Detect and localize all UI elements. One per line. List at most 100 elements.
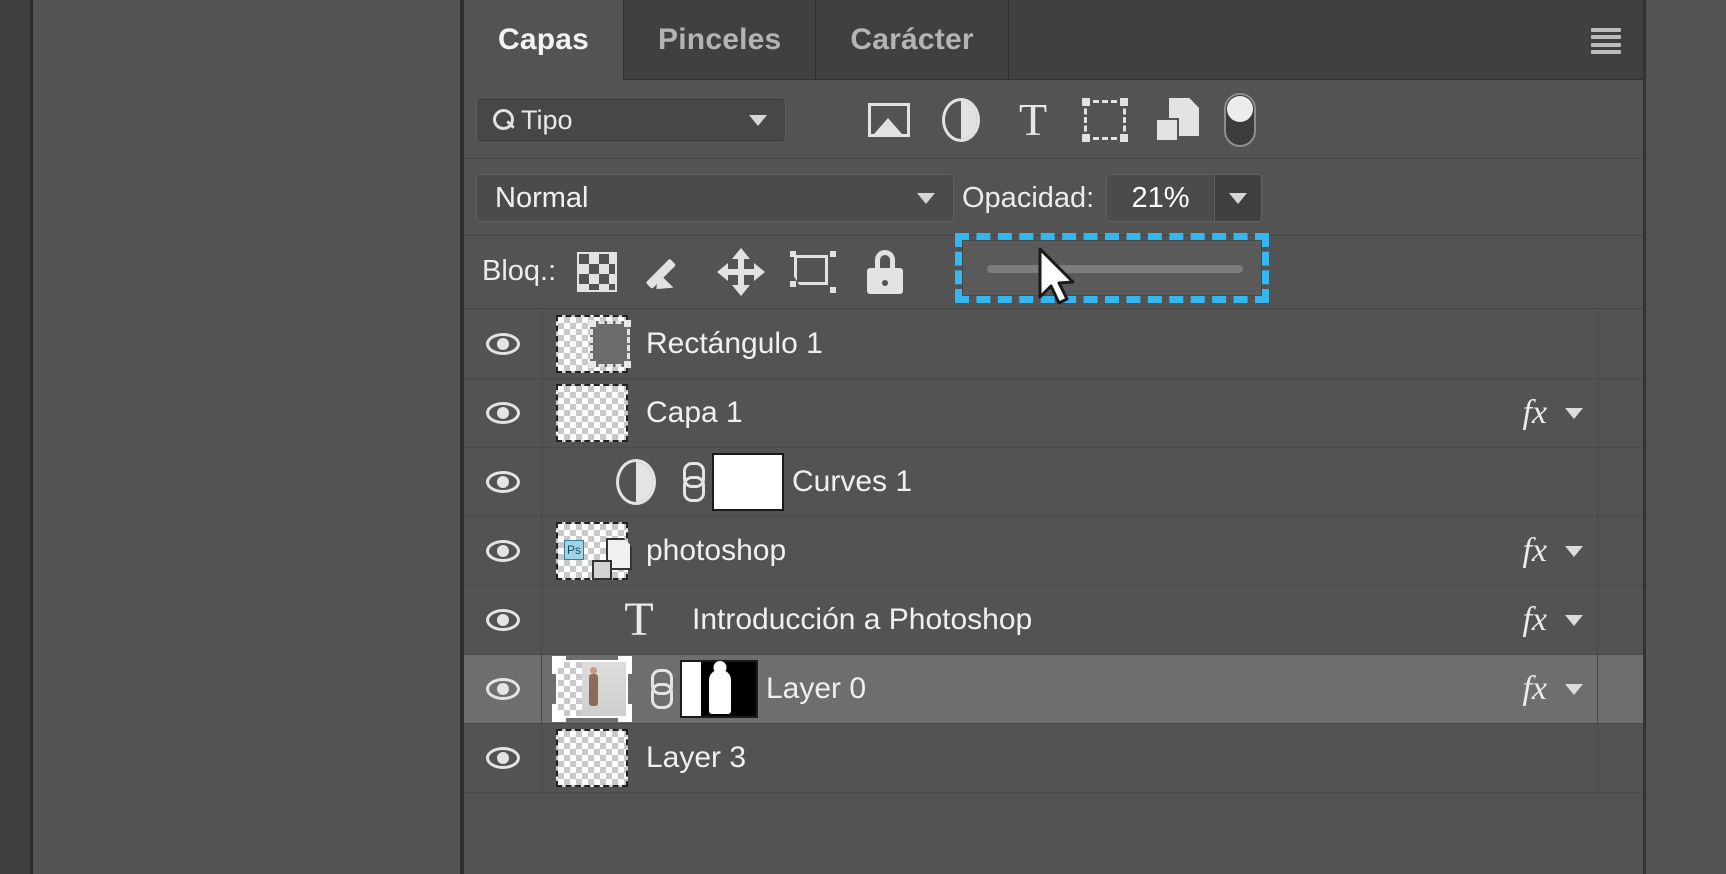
opacity-dropdown-button[interactable] bbox=[1214, 174, 1262, 222]
canvas-area bbox=[33, 0, 460, 874]
chevron-down-icon bbox=[917, 192, 935, 204]
layer-row[interactable]: Layer 3 bbox=[464, 724, 1643, 793]
layer-thumbnail[interactable] bbox=[556, 729, 628, 787]
layer-name[interactable]: Curves 1 bbox=[792, 465, 912, 499]
layer-thumbnail[interactable]: Ps bbox=[556, 522, 632, 580]
layer-name[interactable]: Rectángulo 1 bbox=[646, 327, 823, 361]
layer-content: Curves 1 bbox=[542, 453, 1643, 511]
layer-row[interactable]: Capa 1 fx bbox=[464, 379, 1643, 448]
layer-content: Ps photoshop bbox=[542, 522, 1643, 580]
layer-visibility-toggle[interactable] bbox=[464, 724, 542, 792]
layer-effects-indicator: fx bbox=[1508, 586, 1597, 654]
layer-name[interactable]: Layer 3 bbox=[646, 741, 746, 775]
smart-object-filter-icon[interactable] bbox=[1152, 95, 1202, 145]
eye-icon bbox=[485, 609, 520, 631]
tab-capas[interactable]: Capas bbox=[464, 0, 625, 80]
adjustment-layer-icon[interactable] bbox=[616, 459, 656, 505]
lock-position-icon[interactable] bbox=[716, 247, 766, 297]
filter-type-select[interactable]: Tipo bbox=[476, 97, 786, 143]
type-layer-icon[interactable]: T bbox=[616, 592, 662, 648]
chevron-down-icon[interactable] bbox=[1565, 683, 1583, 695]
chevron-down-icon bbox=[1229, 192, 1247, 204]
thumbnail-content: Ps bbox=[564, 540, 584, 560]
eye-icon bbox=[485, 747, 520, 769]
layer-filter-bar: Tipo T bbox=[464, 81, 1643, 159]
blend-mode-value: Normal bbox=[495, 181, 589, 214]
chevron-down-icon bbox=[749, 114, 767, 126]
layer-content: Layer 3 bbox=[542, 729, 1643, 787]
hamburger-menu-icon[interactable] bbox=[1591, 28, 1621, 54]
layer-row[interactable]: Curves 1 bbox=[464, 448, 1643, 517]
lock-label: Bloq.: bbox=[482, 255, 557, 287]
layer-mask-thumbnail[interactable] bbox=[680, 660, 758, 718]
layer-visibility-toggle[interactable] bbox=[464, 310, 542, 378]
layer-name[interactable]: Introducción a Photoshop bbox=[692, 603, 1032, 637]
layer-thumbnail[interactable] bbox=[552, 656, 632, 722]
opacity-label: Opacidad: bbox=[962, 182, 1095, 214]
pixel-layer-filter-icon[interactable] bbox=[864, 95, 914, 145]
opacity-slider-popup bbox=[962, 240, 1262, 296]
eye-icon bbox=[485, 471, 520, 493]
layer-effects-indicator: fx bbox=[1508, 517, 1597, 585]
layer-visibility-toggle[interactable] bbox=[464, 448, 542, 516]
eye-icon bbox=[485, 678, 520, 700]
layer-row-right-gutter bbox=[1597, 310, 1643, 378]
fx-icon[interactable]: fx bbox=[1522, 601, 1547, 639]
fx-icon[interactable]: fx bbox=[1522, 670, 1547, 708]
lock-image-pixels-icon[interactable] bbox=[644, 247, 694, 297]
shape-layer-filter-icon[interactable] bbox=[1080, 95, 1130, 145]
opacity-slider-track[interactable] bbox=[987, 265, 1243, 273]
chevron-down-icon[interactable] bbox=[1565, 407, 1583, 419]
layer-visibility-toggle[interactable] bbox=[464, 586, 542, 654]
filter-kind-buttons: T bbox=[864, 95, 1202, 145]
layer-name[interactable]: Capa 1 bbox=[646, 396, 743, 430]
tab-caracter[interactable]: Carácter bbox=[816, 0, 1009, 80]
layer-name[interactable]: Layer 0 bbox=[766, 672, 866, 706]
layer-content: Layer 0 bbox=[542, 656, 1643, 722]
layer-name[interactable]: photoshop bbox=[646, 534, 786, 568]
chevron-down-icon[interactable] bbox=[1565, 614, 1583, 626]
layer-row[interactable]: Ps photoshop fx bbox=[464, 517, 1643, 586]
layer-row[interactable]: T Introducción a Photoshop fx bbox=[464, 586, 1643, 655]
lock-all-icon[interactable] bbox=[860, 247, 910, 297]
lock-buttons bbox=[572, 247, 910, 297]
blend-mode-select[interactable]: Normal bbox=[476, 174, 954, 222]
layer-row-right-gutter bbox=[1597, 517, 1643, 585]
layer-visibility-toggle[interactable] bbox=[464, 379, 542, 447]
type-layer-filter-icon[interactable]: T bbox=[1008, 95, 1058, 145]
eye-icon bbox=[485, 333, 520, 355]
lock-transparent-pixels-icon[interactable] bbox=[572, 247, 622, 297]
filter-type-value: Tipo bbox=[521, 104, 573, 135]
panel-tabs: Capas Pinceles Carácter bbox=[464, 0, 1009, 80]
layer-visibility-toggle[interactable] bbox=[464, 517, 542, 585]
layer-thumbnail[interactable] bbox=[556, 384, 628, 442]
layer-mask-thumbnail[interactable] bbox=[712, 453, 784, 511]
panel-tab-bar: Capas Pinceles Carácter bbox=[464, 0, 1643, 80]
eye-icon bbox=[485, 540, 520, 562]
mask-link-icon[interactable] bbox=[646, 665, 673, 713]
layer-visibility-toggle[interactable] bbox=[464, 655, 542, 723]
fx-icon[interactable]: fx bbox=[1522, 394, 1547, 432]
chevron-down-icon[interactable] bbox=[1565, 545, 1583, 557]
layer-content: Capa 1 bbox=[542, 384, 1643, 442]
filter-enable-toggle[interactable] bbox=[1224, 93, 1256, 147]
layers-list: Rectángulo 1 Capa 1 fx Curves 1 Ps photoshop f… bbox=[464, 310, 1643, 793]
layer-row-right-gutter bbox=[1597, 448, 1643, 516]
layer-row-right-gutter bbox=[1597, 586, 1643, 654]
layer-row[interactable]: Layer 0 fx bbox=[464, 655, 1643, 724]
tab-pinceles[interactable]: Pinceles bbox=[624, 0, 817, 80]
mask-link-icon[interactable] bbox=[678, 458, 705, 506]
layer-effects-indicator: fx bbox=[1508, 379, 1597, 447]
search-icon bbox=[493, 109, 515, 131]
layer-thumbnail[interactable] bbox=[556, 315, 631, 373]
adjustment-layer-filter-icon[interactable] bbox=[936, 95, 986, 145]
lock-artboard-nesting-icon[interactable] bbox=[788, 247, 838, 297]
fx-icon[interactable]: fx bbox=[1522, 532, 1547, 570]
smart-object-badge bbox=[592, 538, 632, 580]
panel-outer-gap bbox=[1646, 0, 1726, 874]
canvas-left-edge bbox=[0, 0, 30, 874]
layer-row[interactable]: Rectángulo 1 bbox=[464, 310, 1643, 379]
mouse-pointer-cursor bbox=[1038, 247, 1075, 305]
opacity-input[interactable]: 21% bbox=[1106, 174, 1214, 222]
shape-layer-badge bbox=[589, 320, 631, 368]
